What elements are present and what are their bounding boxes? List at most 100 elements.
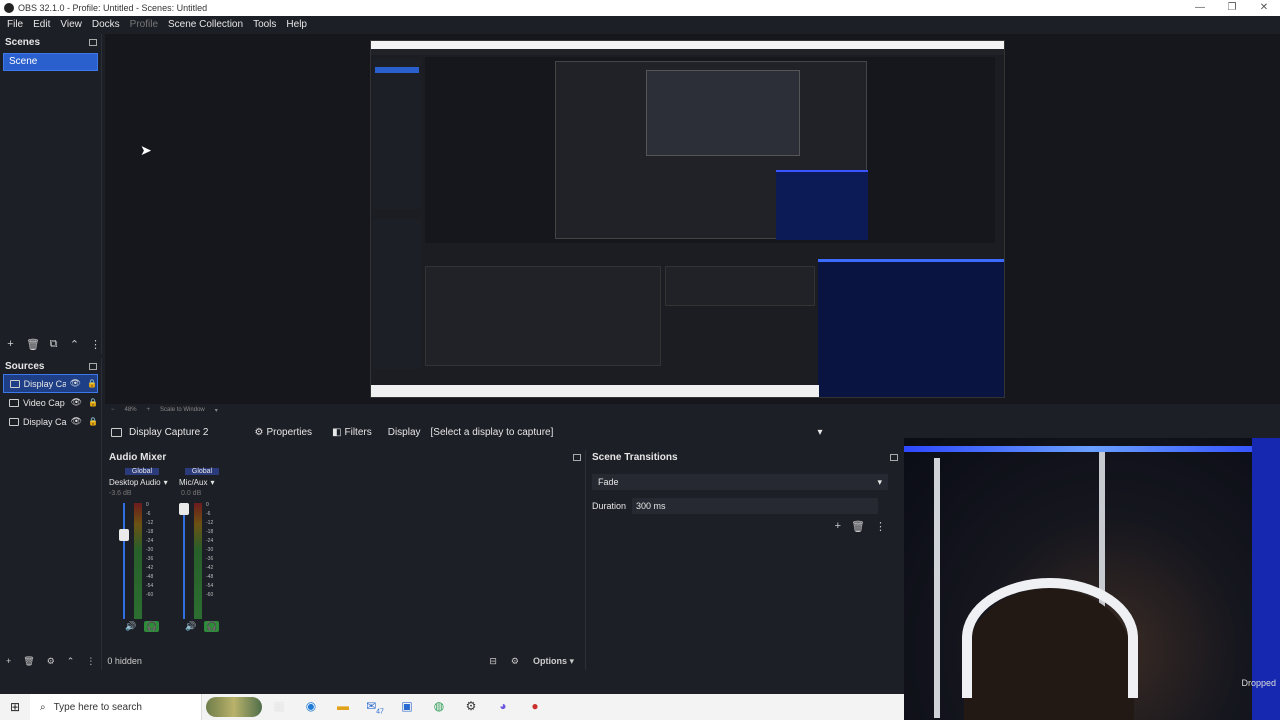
mixer-layout-icon[interactable]: ⊟	[489, 656, 497, 667]
visibility-eye-icon[interactable]: 👁	[70, 378, 81, 389]
channel-controls: 🔊 🎧	[185, 621, 231, 632]
chevron-down-icon: ▾	[877, 476, 882, 487]
dropped-frames-text: Dropped	[1241, 678, 1276, 688]
taskbar-search[interactable]: ⌕ Type here to search	[30, 694, 202, 720]
transition-actions: + 🗑 ⋮	[835, 520, 886, 533]
channel-name[interactable]: Mic/Aux ▾	[179, 478, 231, 487]
display-select[interactable]: [Select a display to capture] ▾	[431, 427, 823, 438]
obs-icon[interactable]: ●	[526, 699, 544, 715]
display-select-value: [Select a display to capture]	[430, 426, 554, 438]
obs-logo-icon	[4, 3, 14, 13]
nested-scene-transitions	[665, 266, 815, 306]
add-transition-icon[interactable]: +	[835, 520, 841, 533]
chrome-icon[interactable]: ◍	[430, 699, 448, 715]
mouse-cursor-icon: ➤	[140, 142, 152, 158]
move-up-icon[interactable]: ⌃	[67, 656, 75, 667]
duration-label: Duration	[592, 501, 627, 511]
mail-icon[interactable]: ✉47	[366, 699, 384, 715]
advanced-audio-icon[interactable]: ⚙	[511, 656, 519, 667]
properties-button[interactable]: ⚙ Properties	[248, 427, 318, 438]
scale-mode[interactable]: Scale to Window	[160, 407, 205, 413]
source-item[interactable]: Display Ca 👁 🔒	[3, 374, 98, 393]
source-item[interactable]: Video Cap 👁 🔒	[3, 393, 98, 412]
source-name: Display Ca	[22, 416, 67, 427]
minimize-button[interactable]: —	[1184, 0, 1216, 16]
more-options-icon[interactable]: ⋮	[86, 656, 95, 667]
windows-taskbar: ⊞ ⌕ Type here to search ▦ ◉ ▬ ✉47 ▣ ◍ ⚙ …	[0, 694, 904, 720]
zoom-in-icon[interactable]: +	[147, 407, 151, 413]
maximize-button[interactable]: ❐	[1216, 0, 1248, 16]
duration-input[interactable]: 300 ms	[632, 498, 879, 514]
menu-help[interactable]: Help	[281, 19, 312, 30]
audio-mixer-header: Audio Mixer	[105, 450, 585, 465]
headphones-icon[interactable]: 🎧	[144, 621, 160, 632]
speaker-icon[interactable]: 🔊	[125, 621, 136, 632]
undock-icon[interactable]	[573, 454, 581, 461]
move-up-icon[interactable]: ⌃	[69, 338, 80, 351]
nested-inner-window	[646, 70, 800, 156]
menu-bar: File Edit View Docks Profile Scene Colle…	[0, 16, 1280, 33]
volume-slider-track[interactable]	[123, 503, 125, 619]
undock-icon[interactable]	[890, 454, 898, 461]
transition-select[interactable]: Fade ▾	[592, 474, 888, 490]
menu-docks[interactable]: Docks	[87, 19, 125, 30]
settings-gear-icon[interactable]: ⚙	[462, 699, 480, 715]
scenes-dock: Scenes Scene + 🗑 ⧉ ⌃ ⋮	[0, 34, 102, 354]
store-icon[interactable]: ▣	[398, 699, 416, 715]
menu-profile[interactable]: Profile	[125, 19, 163, 30]
channel-db: -3.6 dB	[109, 490, 132, 497]
remove-transition-icon[interactable]: 🗑	[851, 520, 865, 533]
window-title: OBS 32.1.0 - Profile: Untitled - Scenes:…	[18, 3, 208, 13]
menu-scene-collection[interactable]: Scene Collection	[163, 19, 248, 30]
chevron-down-icon[interactable]: ▾	[215, 407, 218, 414]
file-explorer-icon[interactable]: ▬	[334, 699, 352, 715]
more-options-icon[interactable]: ⋮	[875, 520, 886, 533]
undock-icon[interactable]	[89, 362, 97, 370]
speaker-icon[interactable]: 🔊	[185, 621, 196, 632]
source-properties-gear-icon[interactable]: ⚙	[47, 656, 55, 667]
volume-slider-track[interactable]	[183, 503, 185, 619]
volume-slider-handle[interactable]	[119, 529, 129, 541]
edge-browser-icon[interactable]: ◉	[302, 699, 320, 715]
discord-icon[interactable]: ◕	[494, 699, 512, 715]
task-view-icon[interactable]: ▦	[270, 699, 288, 715]
weather-widget-icon[interactable]	[206, 697, 262, 717]
channel-name-label: Mic/Aux	[179, 478, 208, 487]
visibility-eye-icon[interactable]: 👁	[71, 416, 82, 427]
undock-icon[interactable]	[89, 38, 97, 46]
windows-start-icon[interactable]: ⊞	[0, 700, 30, 714]
close-button[interactable]: ✕	[1248, 0, 1280, 16]
filters-button[interactable]: ◧ Filters	[326, 427, 378, 438]
filters-icon: ◧	[332, 426, 342, 438]
menu-file[interactable]: File	[2, 19, 28, 30]
remove-scene-icon[interactable]: 🗑	[26, 338, 40, 351]
channel-name[interactable]: Desktop Audio ▾	[109, 478, 171, 487]
zoom-out-icon[interactable]: −	[111, 407, 115, 413]
scene-filters-icon[interactable]: ⧉	[48, 338, 59, 351]
scene-item[interactable]: Scene	[3, 53, 98, 71]
search-icon: ⌕	[40, 701, 46, 713]
volume-slider-handle[interactable]	[179, 503, 189, 515]
menu-edit[interactable]: Edit	[28, 19, 55, 30]
add-scene-icon[interactable]: +	[5, 338, 16, 350]
led-light-strip	[904, 446, 1280, 452]
zoom-level: 48%	[124, 407, 137, 413]
source-item[interactable]: Display Ca 👁 🔒	[3, 412, 98, 431]
more-options-icon[interactable]: ⋮	[90, 338, 101, 351]
lock-icon[interactable]: 🔒	[88, 417, 98, 426]
lock-icon[interactable]: 🔒	[88, 398, 98, 407]
preview-zoom-bar: − 48% + Scale to Window ▾	[105, 404, 1280, 416]
lock-icon[interactable]: 🔒	[87, 379, 97, 388]
menu-view[interactable]: View	[55, 19, 87, 30]
recursive-preview-image	[370, 40, 1005, 398]
mixer-channel-mic-aux: Global Mic/Aux ▾ 0.0 dB 0 -6 -12 -18 -24 -30-…	[169, 468, 231, 648]
preview-canvas[interactable]	[105, 34, 1280, 404]
menu-tools[interactable]: Tools	[248, 19, 281, 30]
audio-mixer-title: Audio Mixer	[109, 452, 167, 463]
channel-controls: 🔊 🎧	[125, 621, 171, 632]
visibility-eye-icon[interactable]: 👁	[71, 397, 82, 408]
add-source-icon[interactable]: +	[6, 656, 11, 667]
headphones-icon[interactable]: 🎧	[204, 621, 220, 632]
options-button[interactable]: Options ▾	[533, 656, 574, 667]
remove-source-icon[interactable]: 🗑	[23, 656, 34, 667]
